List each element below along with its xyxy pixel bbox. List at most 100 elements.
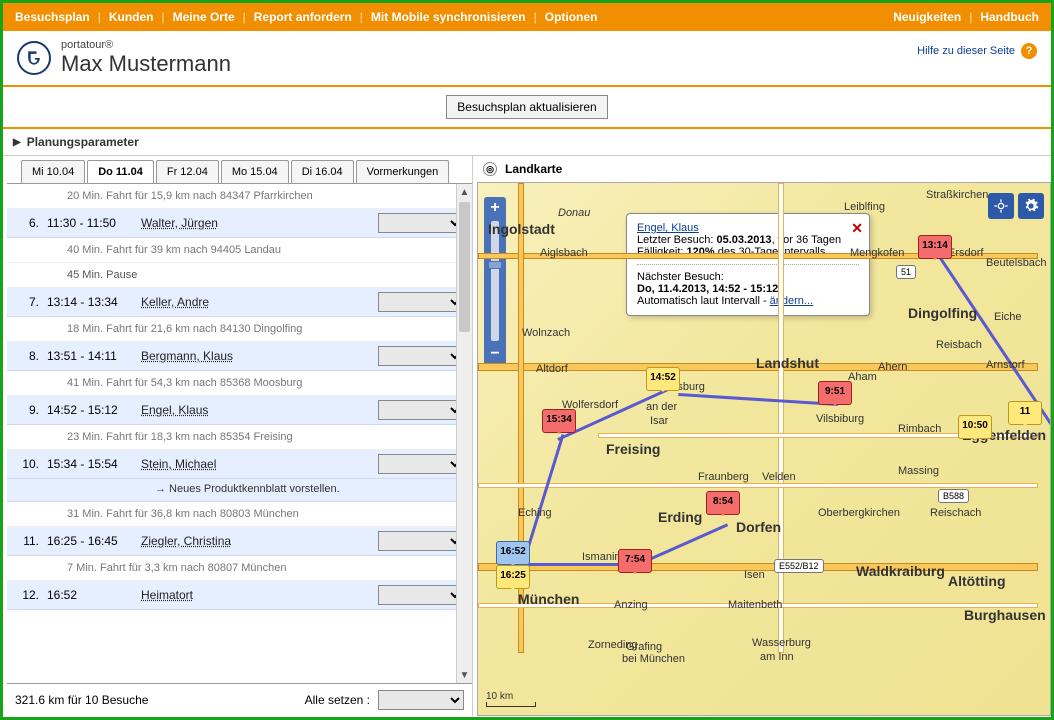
popup-change-link[interactable]: ändern...: [770, 295, 813, 307]
visit-num: 12.: [15, 588, 39, 602]
scroll-thumb[interactable]: [459, 202, 470, 332]
customer-link[interactable]: Ziegler, Christina: [141, 534, 231, 548]
map-marker[interactable]: 13:14: [918, 235, 952, 259]
city-label: am Inn: [760, 651, 794, 663]
city-label: bei München: [622, 653, 685, 665]
drive-row: 18 Min. Fahrt für 21,6 km nach 84130 Din…: [7, 317, 472, 342]
city-label: Ingolstadt: [488, 221, 555, 237]
nav-kunden[interactable]: Kunden: [109, 10, 154, 24]
city-label: Wolnzach: [522, 327, 570, 339]
city-label: Erding: [658, 509, 702, 525]
city-label: Reischach: [930, 507, 981, 519]
map-marker[interactable]: 14:52: [646, 367, 680, 391]
drive-row: 23 Min. Fahrt für 18,3 km nach 85354 Fre…: [7, 425, 472, 450]
road-badge: 51: [896, 265, 916, 279]
zoom-track[interactable]: [491, 221, 499, 341]
visit-num: 7.: [15, 295, 39, 309]
city-label: Aiglsbach: [540, 247, 588, 259]
city-label: Dingolfing: [908, 305, 977, 321]
city-label: Mengkofen: [850, 247, 904, 259]
map[interactable]: + − ✕ Engel, Klaus Letzter Besuch: 05.03…: [477, 182, 1051, 716]
gear-icon[interactable]: [1018, 193, 1044, 219]
map-marker[interactable]: 9:51: [818, 381, 852, 405]
tab-vormerkungen[interactable]: Vormerkungen: [356, 160, 450, 183]
city-label: Grafing: [626, 641, 662, 653]
city-label: Beutelsbach: [986, 257, 1047, 269]
map-marker[interactable]: 11: [1008, 401, 1042, 425]
city-label: Fraunberg: [698, 471, 749, 483]
city-label: Altötting: [948, 573, 1006, 589]
schedule-footer: 321.6 km für 10 Besuche Alle setzen :: [7, 683, 472, 716]
scrollbar[interactable]: ▲ ▼: [456, 184, 472, 683]
locate-icon[interactable]: [988, 193, 1014, 219]
params-label: Planungsparameter: [27, 135, 139, 149]
road: [478, 483, 1038, 488]
update-bar: Besuchsplan aktualisieren: [3, 87, 1051, 129]
map-marker[interactable]: 16:52: [496, 541, 530, 565]
zoom-thumb[interactable]: [488, 261, 502, 269]
visit-row: 6.11:30 - 11:50Walter, Jürgen: [7, 209, 472, 238]
city-label: Leiblfing: [844, 201, 885, 213]
city-label: Isar: [650, 415, 668, 427]
zoom-in-button[interactable]: +: [484, 199, 506, 217]
map-pane: ◎ Landkarte + − ✕ Engel, Klaus Letzter B…: [473, 156, 1051, 716]
nav-handbuch[interactable]: Handbuch: [980, 10, 1039, 24]
tab-do-11-04[interactable]: Do 11.04: [87, 160, 154, 183]
customer-link[interactable]: Heimatort: [141, 588, 193, 602]
summary-label: 321.6 km für 10 Besuche: [15, 693, 297, 707]
scroll-up-icon[interactable]: ▲: [457, 184, 472, 200]
visit-action-select[interactable]: [378, 454, 464, 474]
visit-action-select[interactable]: [378, 531, 464, 551]
map-title: Landkarte: [505, 162, 562, 176]
customer-link[interactable]: Walter, Jürgen: [141, 216, 218, 230]
map-scale: 10 km: [486, 691, 536, 707]
customer-link[interactable]: Keller, Andre: [141, 295, 209, 309]
planning-params-toggle[interactable]: ▶ Planungsparameter: [3, 129, 1051, 156]
nav-optionen[interactable]: Optionen: [545, 10, 598, 24]
tab-fr-12-04[interactable]: Fr 12.04: [156, 160, 219, 183]
city-label: Isen: [744, 569, 765, 581]
visit-action-select[interactable]: [378, 292, 464, 312]
help-link[interactable]: Hilfe zu dieser Seite: [917, 45, 1015, 57]
help-icon[interactable]: ?: [1021, 43, 1037, 59]
visit-num: 8.: [15, 349, 39, 363]
map-marker[interactable]: 15:34: [542, 409, 576, 433]
popup-close-icon[interactable]: ✕: [851, 220, 863, 237]
city-label: Eiche: [994, 311, 1022, 323]
customer-link[interactable]: Stein, Michael: [141, 457, 216, 471]
city-label: Aham: [848, 371, 877, 383]
customer-link[interactable]: Bergmann, Klaus: [141, 349, 233, 363]
tab-mi-10-04[interactable]: Mi 10.04: [21, 160, 85, 183]
city-label: Donau: [558, 207, 590, 219]
popup-customer-link[interactable]: Engel, Klaus: [637, 222, 699, 234]
map-marker[interactable]: 10:50: [958, 415, 992, 439]
nav-mit-mobile-synchronisieren[interactable]: Mit Mobile synchronisieren: [371, 10, 526, 24]
set-all-label: Alle setzen :: [305, 693, 370, 707]
map-target-icon[interactable]: ◎: [483, 162, 497, 176]
visit-row: 7.13:14 - 13:34Keller, Andre: [7, 288, 472, 317]
tab-di-16-04[interactable]: Di 16.04: [291, 160, 354, 183]
nav-neuigkeiten[interactable]: Neuigkeiten: [893, 10, 961, 24]
visit-action-select[interactable]: [378, 213, 464, 233]
visit-action-select[interactable]: [378, 585, 464, 605]
update-plan-button[interactable]: Besuchsplan aktualisieren: [446, 95, 607, 119]
set-all-select[interactable]: [378, 690, 464, 710]
map-marker[interactable]: 16:25: [496, 565, 530, 589]
zoom-out-button[interactable]: −: [484, 345, 506, 363]
city-label: Ahern: [878, 361, 907, 373]
visit-note: → Neues Produktkennblatt vorstellen.: [7, 479, 472, 502]
visit-action-select[interactable]: [378, 346, 464, 366]
triangle-right-icon: ▶: [13, 137, 21, 148]
customer-link[interactable]: Engel, Klaus: [141, 403, 208, 417]
nav-meine-orte[interactable]: Meine Orte: [173, 10, 235, 24]
map-marker[interactable]: 8:54: [706, 491, 740, 515]
nav-besuchsplan[interactable]: Besuchsplan: [15, 10, 90, 24]
map-marker[interactable]: 7:54: [618, 549, 652, 573]
tab-mo-15-04[interactable]: Mo 15.04: [221, 160, 289, 183]
city-label: Burghausen: [964, 607, 1046, 623]
nav-report-anfordern[interactable]: Report anfordern: [254, 10, 352, 24]
visit-action-select[interactable]: [378, 400, 464, 420]
visit-time: 15:34 - 15:54: [47, 457, 133, 471]
city-label: Velden: [762, 471, 796, 483]
scroll-down-icon[interactable]: ▼: [457, 667, 472, 683]
